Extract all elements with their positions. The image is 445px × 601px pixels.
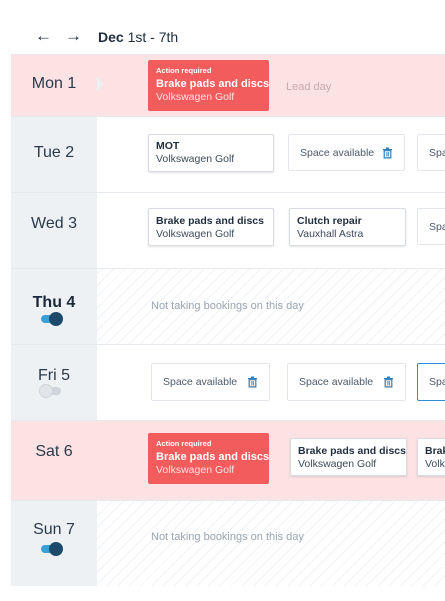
- booking-vehicle: Volkswagen Golf: [298, 458, 377, 470]
- space-available-label: Spa: [429, 220, 445, 233]
- booking-card[interactable]: Brak Volk: [417, 438, 445, 476]
- day-column: Tue 2: [11, 117, 97, 192]
- trash-icon[interactable]: [383, 147, 392, 158]
- week-month: Dec: [98, 29, 124, 45]
- availability-toggle[interactable]: [41, 312, 63, 326]
- space-available-label: Space available: [300, 146, 375, 159]
- booking-title: MOT: [156, 140, 180, 152]
- week-range-label: Dec 1st - 7th: [98, 29, 178, 45]
- toggle-knob: [49, 542, 63, 556]
- toggle-knob: [49, 312, 63, 326]
- availability-toggle[interactable]: [39, 384, 61, 398]
- day-label: Fri 5: [38, 367, 70, 384]
- unavailable-hatch: [97, 501, 445, 586]
- action-required-tag: Action required: [156, 439, 212, 448]
- arrow-right-icon[interactable]: →: [65, 26, 82, 46]
- action-required-card[interactable]: Action required Brake pads and discs Vol…: [148, 60, 269, 111]
- space-available-slot-selected[interactable]: Spa: [417, 363, 445, 401]
- action-required-card[interactable]: Action required Brake pads and discs Vol…: [148, 433, 269, 484]
- day-row-mon: Mon 1 Action required Brake pads and dis…: [11, 54, 445, 116]
- day-column: Fri 5: [11, 345, 97, 420]
- booking-card[interactable]: MOT Volkswagen Golf: [148, 134, 274, 172]
- booking-title: Brake pads and discs: [156, 78, 269, 90]
- week-range: 1st - 7th: [127, 29, 179, 45]
- space-available-label: Space available: [299, 376, 374, 388]
- day-label: Mon 1: [31, 75, 77, 92]
- space-available-slot[interactable]: Space available: [151, 363, 270, 401]
- space-available-slot[interactable]: Space available: [287, 363, 406, 401]
- booking-title: Brake pads and discs: [156, 451, 269, 463]
- availability-toggle[interactable]: [41, 542, 63, 556]
- week-header: ← → Dec 1st - 7th: [0, 0, 445, 58]
- booking-vehicle: Volk: [425, 458, 445, 470]
- space-available-label: Spa: [429, 376, 445, 388]
- day-label: Sat 6: [35, 443, 73, 460]
- day-row-sat: Sat 6 Action required Brake pads and dis…: [11, 420, 445, 500]
- space-available-slot[interactable]: Spa: [417, 208, 445, 245]
- lead-day-label: Lead day: [286, 81, 332, 93]
- space-available-label: Spa: [429, 146, 445, 159]
- booking-card[interactable]: Brake pads and discs Volkswagen Golf: [290, 438, 407, 476]
- not-taking-bookings-label: Not taking bookings on this day: [151, 300, 304, 312]
- day-column: Wed 3: [11, 193, 97, 268]
- booking-card[interactable]: Clutch repair Vauxhall Astra: [289, 208, 406, 246]
- booking-title: Brak: [425, 445, 445, 457]
- booking-vehicle: Vauxhall Astra: [297, 228, 364, 240]
- selected-pointer: [97, 77, 104, 91]
- action-required-tag: Action required: [156, 66, 212, 75]
- space-available-label: Space available: [163, 376, 238, 388]
- booking-card[interactable]: Brake pads and discs Volkswagen Golf: [148, 208, 274, 246]
- day-label: Sun 7: [33, 521, 75, 538]
- booking-title: Clutch repair: [297, 215, 362, 227]
- day-row-thu: Thu 4 Not taking bookings on this day: [11, 268, 445, 344]
- day-row-tue: Tue 2 MOT Volkswagen Golf Space availabl…: [11, 116, 445, 192]
- booking-vehicle: Volkswagen Golf: [156, 91, 235, 103]
- day-column: Sat 6: [11, 421, 97, 500]
- booking-title: Brake pads and discs: [156, 215, 264, 227]
- day-row-wed: Wed 3 Brake pads and discs Volkswagen Go…: [11, 192, 445, 268]
- booking-vehicle: Volkswagen Golf: [156, 464, 235, 476]
- space-available-slot[interactable]: Spa: [417, 134, 445, 171]
- day-label: Wed 3: [31, 215, 77, 232]
- day-column: Thu 4: [11, 269, 97, 344]
- booking-vehicle: Volkswagen Golf: [156, 153, 235, 165]
- arrow-left-icon[interactable]: ←: [35, 26, 52, 46]
- not-taking-bookings-label: Not taking bookings on this day: [151, 531, 304, 543]
- trash-icon[interactable]: [384, 376, 393, 388]
- day-label: Tue 2: [33, 144, 75, 161]
- booking-vehicle: Volkswagen Golf: [156, 228, 235, 240]
- day-label: Thu 4: [32, 294, 76, 311]
- trash-icon[interactable]: [248, 376, 257, 388]
- day-column: Sun 7: [11, 501, 97, 586]
- booking-title: Brake pads and discs: [298, 445, 406, 457]
- day-column: Mon 1: [11, 55, 97, 116]
- day-row-sun: Sun 7 Not taking bookings on this day: [11, 500, 445, 586]
- space-available-slot[interactable]: Space available: [288, 134, 405, 171]
- day-row-fri: Fri 5 Space available Space available Sp…: [11, 344, 445, 420]
- toggle-knob: [39, 384, 53, 398]
